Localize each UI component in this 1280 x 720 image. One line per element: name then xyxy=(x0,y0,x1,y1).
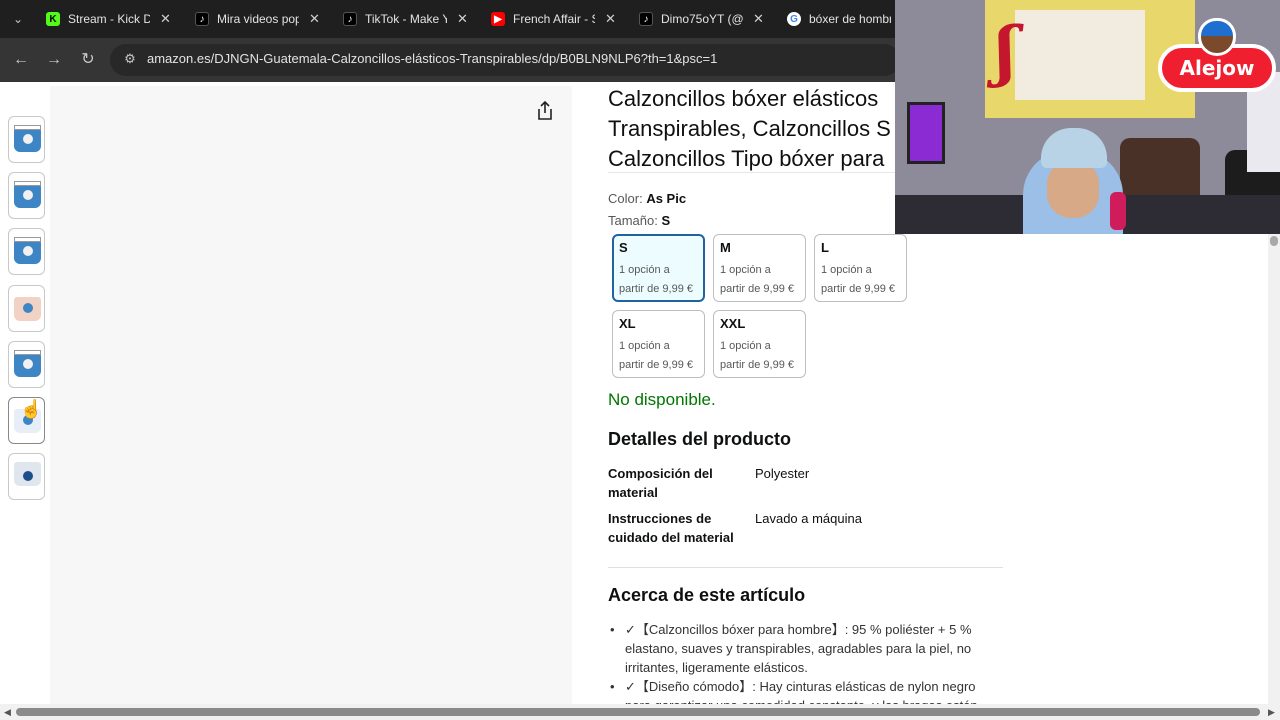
size-price: 1 opción a partir de 9,99 € xyxy=(619,337,703,375)
list-item: ✓【Calzoncillos bóxer para hombre】: 95 % … xyxy=(610,620,990,677)
size-option-line: 1 opción a xyxy=(720,264,771,276)
close-icon[interactable]: ✕ xyxy=(753,11,765,27)
tiktok-icon: ♪ xyxy=(343,12,357,26)
tab-title: Mira videos pop xyxy=(217,12,299,26)
monitor xyxy=(907,102,945,164)
tab-tiktok[interactable]: ♪ TikTok - Make Yo ✕ xyxy=(343,4,469,34)
kick-icon: K xyxy=(46,12,60,26)
size-option-xl[interactable]: XL 1 opción a partir de 9,99 € xyxy=(612,310,705,378)
product-thumbnail[interactable] xyxy=(8,285,45,332)
forward-icon[interactable]: → xyxy=(43,49,65,71)
size-label: Tamaño: xyxy=(608,213,658,228)
main-product-image[interactable] xyxy=(50,86,572,704)
size-price: 1 opción a partir de 9,99 € xyxy=(821,261,905,299)
size-option-line: partir de 9,99 € xyxy=(619,359,693,371)
about-bullets: ✓【Calzoncillos bóxer para hombre】: 95 % … xyxy=(610,620,990,715)
color-label: Color: xyxy=(608,191,643,206)
size-value: S xyxy=(661,213,671,228)
detail-key: Instrucciones de cuidado del material xyxy=(608,509,748,547)
size-option-line: partir de 9,99 € xyxy=(720,359,794,371)
tab-tiktok-profile[interactable]: ♪ Dimo75oYT (@d ✕ xyxy=(639,4,765,34)
size-name: XXL xyxy=(720,316,746,331)
size-name: M xyxy=(720,240,731,255)
size-option-line: 1 opción a xyxy=(619,264,670,276)
size-option-l[interactable]: L 1 opción a partir de 9,99 € xyxy=(814,234,907,302)
detail-key-line: Instrucciones de xyxy=(608,511,712,526)
tiktok-icon: ♪ xyxy=(195,12,209,26)
product-thumbnail[interactable] xyxy=(8,172,45,219)
divider xyxy=(608,567,1003,568)
share-icon[interactable] xyxy=(535,100,555,122)
product-title-line: Calzoncillos bóxer elásticos xyxy=(608,86,879,111)
product-thumbnail[interactable] xyxy=(8,453,45,500)
color-row: Color: As Pic xyxy=(608,191,686,206)
size-option-xxl[interactable]: XXL 1 opción a partir de 9,99 € xyxy=(713,310,806,378)
vertical-scrollbar-thumb[interactable] xyxy=(1270,236,1278,246)
youtube-icon: ▶ xyxy=(491,12,505,26)
tab-title: Stream - Kick Da xyxy=(68,12,150,26)
size-option-m[interactable]: M 1 opción a partir de 9,99 € xyxy=(713,234,806,302)
horizontal-scrollbar-thumb[interactable] xyxy=(16,708,1260,716)
size-price: 1 opción a partir de 9,99 € xyxy=(720,261,804,299)
product-title-line: Calzoncillos Tipo bóxer para xyxy=(608,146,885,171)
size-option-line: partir de 9,99 € xyxy=(619,283,693,295)
divider xyxy=(608,172,898,173)
product-thumbnail[interactable] xyxy=(8,116,45,163)
size-row: Tamaño: S xyxy=(608,213,670,228)
close-icon[interactable]: ✕ xyxy=(160,11,172,27)
tab-kick[interactable]: K Stream - Kick Da ✕ xyxy=(46,4,172,34)
product-thumbnail[interactable] xyxy=(8,228,45,275)
size-option-line: 1 opción a xyxy=(619,340,670,352)
site-info-icon[interactable]: ⚙ xyxy=(122,51,138,67)
size-name: L xyxy=(821,240,829,255)
detail-key-line: Composición del xyxy=(608,466,713,481)
tab-google-search[interactable]: G bóxer de hombr xyxy=(787,4,891,34)
product-title: Calzoncillos bóxer elásticos Transpirabl… xyxy=(608,84,908,174)
availability-status: No disponible. xyxy=(608,390,716,409)
color-value: As Pic xyxy=(646,191,687,206)
size-name: S xyxy=(619,240,628,255)
reload-icon[interactable]: ↻ xyxy=(77,49,99,71)
detail-value: Lavado a máquina xyxy=(755,511,862,526)
tab-title: TikTok - Make Yo xyxy=(365,12,447,26)
scroll-right-icon[interactable]: ▶ xyxy=(1268,707,1275,718)
details-heading: Detalles del producto xyxy=(608,429,792,449)
tab-title: bóxer de hombr xyxy=(809,12,891,26)
detail-key-line: cuidado del material xyxy=(608,530,734,545)
tab-tiktok-videos[interactable]: ♪ Mira videos pop ✕ xyxy=(195,4,321,34)
hand-cursor-icon: ☝ xyxy=(20,399,43,419)
tab-search-icon[interactable]: ⌄ xyxy=(8,9,28,29)
close-icon[interactable]: ✕ xyxy=(457,11,469,27)
url-text[interactable]: amazon.es/DJNGN-Guatemala-Calzoncillos-e… xyxy=(147,51,717,67)
size-option-line: 1 opción a xyxy=(720,340,771,352)
back-icon[interactable]: ← xyxy=(10,49,32,71)
close-icon[interactable]: ✕ xyxy=(309,11,321,27)
tab-title: French Affair - S xyxy=(513,12,595,26)
about-heading: Acerca de este artículo xyxy=(608,585,806,605)
detail-key-line: material xyxy=(608,485,658,500)
tab-title: Dimo75oYT (@d xyxy=(661,12,743,26)
size-option-line: partir de 9,99 € xyxy=(720,283,794,295)
size-name: XL xyxy=(619,316,636,331)
streamer-logo: Alejow xyxy=(1158,18,1278,96)
size-price: 1 opción a partir de 9,99 € xyxy=(720,337,804,375)
size-option-line: partir de 9,99 € xyxy=(821,283,895,295)
detail-key: Composición del material xyxy=(608,464,748,502)
streamer-name: Alejow xyxy=(1179,56,1255,80)
size-option-s[interactable]: S 1 opción a partir de 9,99 € xyxy=(612,234,705,302)
tab-youtube[interactable]: ▶ French Affair - S ✕ xyxy=(491,4,617,34)
product-thumbnail[interactable] xyxy=(8,341,45,388)
size-price: 1 opción a partir de 9,99 € xyxy=(619,261,703,299)
product-title-line: Transpirables, Calzoncillos S xyxy=(608,116,891,141)
close-icon[interactable]: ✕ xyxy=(605,11,617,27)
scroll-left-icon[interactable]: ◀ xyxy=(4,707,11,718)
tiktok-icon: ♪ xyxy=(639,12,653,26)
size-option-line: 1 opción a xyxy=(821,264,872,276)
microphone xyxy=(1110,192,1126,230)
detail-value: Polyester xyxy=(755,466,810,481)
google-icon: G xyxy=(787,12,801,26)
